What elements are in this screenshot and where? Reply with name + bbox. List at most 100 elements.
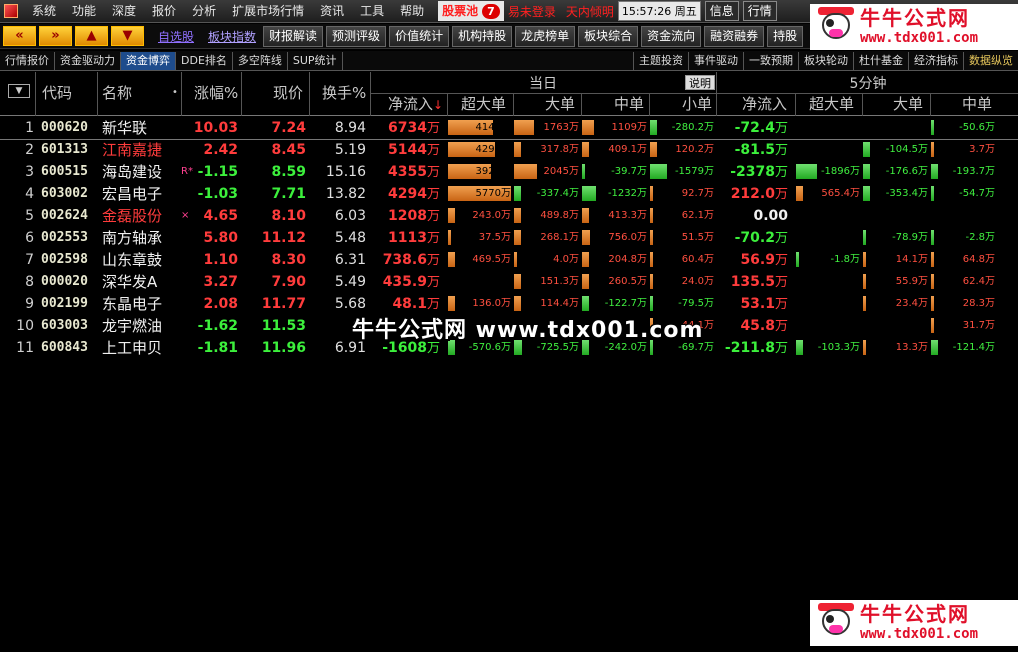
toolbar-button[interactable]: 融资融券 [704,25,765,47]
right-tab[interactable]: 经济指标 [908,51,963,70]
header-turnover[interactable]: 换手% [322,83,366,103]
table-header: ▼ 代码 名称 • 涨幅% 现价 换手% 当日 说明 5分钟 净流入↓ 超大单 … [0,72,1018,116]
stock-name: 东晶电子 [102,295,163,313]
row-index: 2 [25,142,34,158]
flow-value: -79.5万 [678,298,714,309]
table-row[interactable]: 8 000020 深华发A 3.27 7.90 5.49 435.9万 135.5万 151.3… [0,272,1018,294]
stock-pool-count-badge: 7 [482,3,500,19]
menu-item[interactable]: 报价 [144,0,184,22]
flow-value: -176.6万 [885,166,928,177]
net-inflow-day-unit: 万 [426,165,440,180]
sort-desc-icon: ↓ [433,98,444,112]
net-inflow-day: 1208万 [370,206,440,227]
watermark-top: 牛牛公式网 www.tdx001.com [810,4,1018,50]
header-net-5m[interactable]: 净流入 [742,94,787,114]
menu-item[interactable]: 工具 [352,0,392,22]
change-pct: 5.80 [203,230,238,246]
menu-item[interactable]: 深度 [104,0,144,22]
net-inflow-5min-unit: 万 [774,341,788,356]
menu-item[interactable]: 扩展市场行情 [224,0,312,22]
flow-value: 409.1万 [608,144,647,155]
header-l-day[interactable]: 大单 [545,94,575,114]
header-l-5m[interactable]: 大单 [893,94,923,114]
column-menu-dropdown-icon[interactable]: ▼ [8,84,30,98]
net-inflow-5min: -72.4万 [718,118,788,139]
menu-item[interactable]: 资讯 [312,0,352,22]
table-row[interactable]: 1 000620 新华联 10.03 7.24 8.94 6734万 -72.4万 4142万 1… [0,118,1018,140]
stock-name: 山东章鼓 [102,251,163,269]
flow-value: 114.4万 [540,298,579,309]
net-inflow-day-unit: 万 [426,275,440,290]
toolbar-button[interactable]: 价值统计 [389,25,450,47]
tab[interactable]: 行情报价 [0,51,55,70]
down-arrow-icon[interactable]: ▼ [111,26,144,46]
menu-item[interactable]: 帮助 [392,0,432,22]
stock-code: 601313 [41,142,88,157]
header-price[interactable]: 现价 [273,83,303,103]
forward-arrow-icon[interactable]: » [39,26,72,46]
up-arrow-icon[interactable]: ▲ [75,26,108,46]
header-name[interactable]: 名称 [102,83,132,103]
toolbar-button[interactable]: 预测评级 [326,25,387,47]
right-tab[interactable]: 一致预期 [743,51,798,70]
menu-item[interactable]: 系统 [24,0,64,22]
tab[interactable]: 多空阵线 [233,51,288,70]
table-row[interactable]: 4 603002 宏昌电子 -1.03 7.71 13.82 4294万 212.0万 5770… [0,184,1018,206]
stock-pool-button[interactable]: 股票池 7 [438,1,504,21]
right-tab[interactable]: 主题投资 [633,51,688,70]
flow-value: 4142万 [475,122,511,133]
header-net-day[interactable]: 净流入↓ [388,94,443,115]
table-row[interactable]: 7 002598 山东章鼓 1.10 8.30 6.31 738.6万 56.9万 469.5万… [0,250,1018,272]
row-index: 9 [25,296,34,312]
app-logo-icon [4,4,18,18]
flow-value: -337.4万 [536,188,579,199]
header-xl-day[interactable]: 超大单 [461,94,506,114]
right-tabs: 主题投资 事件驱动 一致预期 板块轮动 杜什基金 经济指标 数据纵览 [633,51,1018,70]
toolbar-button[interactable]: 龙虎榜单 [515,25,576,47]
net-inflow-day: 5144万 [370,140,440,161]
sys-button[interactable]: 信息 [704,1,739,21]
toolbar-button[interactable]: 机构持股 [452,25,513,47]
right-tab[interactable]: 事件驱动 [688,51,743,70]
header-s-day[interactable]: 小单 [682,94,712,114]
change-pct: 2.42 [203,142,238,158]
price: 8.59 [271,164,306,180]
toolbar-link[interactable]: 板块指数 [208,28,256,45]
net-inflow-5min-value: 0.00 [753,208,788,224]
toolbar-button[interactable]: 资金流向 [641,25,702,47]
sys-button[interactable]: 行情 [742,1,777,21]
flow-value: -54.7万 [959,188,995,199]
toolbar-button[interactable]: 持股 [767,25,804,47]
back-arrow-icon[interactable]: « [3,26,36,46]
table-row[interactable]: 6 002553 南方轴承 5.80 11.12 5.48 1113万 -70.2万 37.5万… [0,228,1018,250]
table-row[interactable]: 2 601313 江南嘉捷 2.42 8.45 5.19 5144万 -81.5万 4297万 3… [0,140,1018,162]
right-tab[interactable]: 板块轮动 [798,51,853,70]
menu-item[interactable]: 功能 [64,0,104,22]
flow-value: 92.7万 [681,188,714,199]
net-inflow-5min-unit: 万 [774,253,788,268]
right-tab[interactable]: 数据纵览 [963,51,1018,70]
table-row[interactable]: 3 600515 海岛建设 R* -1.15 8.59 15.16 4355万 -2378万 39… [0,162,1018,184]
login-status[interactable]: 易未登录 [508,3,556,20]
header-m-day[interactable]: 中单 [614,94,644,114]
change-pct: 1.10 [203,252,238,268]
header-xl-5m[interactable]: 超大单 [809,94,854,114]
header-m-5m[interactable]: 中单 [962,94,992,114]
tab[interactable]: 资金博弈 [121,51,176,70]
flow-value: 51.5万 [681,232,714,243]
toolbar-button[interactable]: 板块综合 [578,25,639,47]
toolbar-button[interactable]: 财报解读 [263,25,324,47]
explain-button[interactable]: 说明 [685,75,715,90]
header-pct[interactable]: 涨幅% [194,83,238,103]
menu-item[interactable]: 分析 [184,0,224,22]
divider [930,93,931,116]
header-code[interactable]: 代码 [42,83,72,103]
right-tab[interactable]: 杜什基金 [853,51,908,70]
tab[interactable]: 资金驱动力 [55,51,121,70]
table-row[interactable]: 5 002624 金磊股份 × 4.65 8.10 6.03 1208万 0.00 243.0万 4… [0,206,1018,228]
tab[interactable]: DDE排名 [176,51,233,70]
toolbar-link[interactable]: 自选股 [158,28,194,45]
price: 7.90 [271,274,306,290]
stock-terminal-window: { "menu": ["系统","功能","深度","报价","分析","扩展市… [0,0,1018,652]
tab[interactable]: SUP统计 [288,51,343,70]
